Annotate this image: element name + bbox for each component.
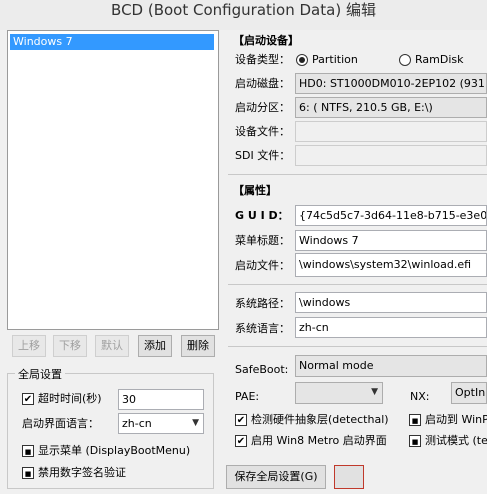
disable-signature-label: 禁用数字签名验证 xyxy=(38,466,126,479)
boot-entry-list[interactable]: Windows 7 xyxy=(7,30,219,330)
system-language-label: 系统语言： xyxy=(235,322,290,335)
show-menu-label: 显示菜单 (DisplayBootMenu) xyxy=(38,444,191,457)
timeout-checkbox[interactable]: ✔ xyxy=(22,393,34,405)
guid-label: G U I D： xyxy=(235,209,289,222)
boot-ui-language-label: 启动界面语言： xyxy=(22,417,99,430)
divider xyxy=(228,346,487,347)
metro-checkbox[interactable]: ✔ xyxy=(235,435,247,447)
checked-square-icon: ■ xyxy=(24,470,32,478)
safeboot-select[interactable]: Normal mode xyxy=(295,355,487,377)
device-file-input[interactable] xyxy=(295,121,487,142)
move-up-button[interactable]: 上移 xyxy=(12,335,46,357)
device-file-label: 设备文件： xyxy=(235,125,290,138)
ramdisk-radio[interactable] xyxy=(399,54,411,66)
save-global-settings-button[interactable]: 保存全局设置(G) xyxy=(226,465,326,489)
guid-input[interactable]: {74c5d5c7-3d64-11e8-b715-e3e020110 xyxy=(295,205,487,226)
menu-title-label: 菜单标题： xyxy=(235,234,290,247)
set-default-button[interactable]: 默认 xyxy=(95,335,129,357)
detecthal-checkbox[interactable]: ✔ xyxy=(235,414,247,426)
pae-select[interactable]: ▼ xyxy=(295,382,383,404)
checked-square-icon: ■ xyxy=(411,417,419,425)
window-title: BCD (Boot Configuration Data) 编辑 xyxy=(111,1,376,19)
winpe-label: 启动到 WinPE xyxy=(425,413,487,426)
boot-file-label: 启动文件： xyxy=(235,259,290,272)
global-settings-title: 全局设置 xyxy=(15,366,65,382)
device-type-label: 设备类型： xyxy=(235,53,290,66)
sdi-file-label: SDI 文件： xyxy=(235,149,291,162)
nx-label: NX: xyxy=(410,390,430,403)
boot-partition-label: 启动分区： xyxy=(235,101,290,114)
delete-button[interactable]: 删除 xyxy=(181,335,215,357)
test-mode-checkbox[interactable]: ■ xyxy=(409,435,421,447)
save-current-button[interactable] xyxy=(334,465,364,489)
timeout-label: 超时时间(秒) xyxy=(38,392,102,405)
system-path-input[interactable]: \windows xyxy=(295,292,487,313)
winpe-checkbox[interactable]: ■ xyxy=(409,414,421,426)
radio-selected-dot xyxy=(299,57,305,63)
checked-square-icon: ■ xyxy=(411,438,419,446)
partition-radio[interactable] xyxy=(296,54,308,66)
properties-section-title: 【属性】 xyxy=(233,184,277,197)
ramdisk-label: RamDisk xyxy=(415,53,464,66)
pae-label: PAE: xyxy=(235,390,260,403)
sdi-file-input[interactable] xyxy=(295,145,487,166)
system-language-input[interactable]: zh-cn xyxy=(295,317,487,338)
partition-label: Partition xyxy=(312,53,358,66)
nx-select[interactable]: OptIn xyxy=(451,382,487,404)
safeboot-label: SafeBoot: xyxy=(235,363,289,376)
test-mode-label: 测试模式 (te xyxy=(425,434,487,447)
divider xyxy=(228,284,487,285)
checkmark-icon: ✔ xyxy=(236,415,246,426)
timeout-input[interactable]: 30 xyxy=(118,389,204,410)
chevron-down-icon: ▼ xyxy=(371,387,378,397)
checked-square-icon: ■ xyxy=(24,448,32,456)
system-path-label: 系统路径： xyxy=(235,297,290,310)
show-menu-checkbox[interactable]: ■ xyxy=(22,445,34,457)
boot-file-input[interactable]: \windows\system32\winload.efi xyxy=(295,253,487,277)
detecthal-label: 检测硬件抽象层(detecthal) xyxy=(251,413,389,426)
metro-label: 启用 Win8 Metro 启动界面 xyxy=(251,434,387,447)
boot-device-section-title: 【启动设备】 xyxy=(233,34,299,47)
list-item[interactable]: Windows 7 xyxy=(10,34,214,50)
boot-ui-language-value: zh-cn xyxy=(122,417,152,430)
chevron-down-icon: ▼ xyxy=(192,418,199,428)
checkmark-icon: ✔ xyxy=(236,436,246,447)
boot-ui-language-select[interactable]: zh-cn ▼ xyxy=(118,413,204,434)
move-down-button[interactable]: 下移 xyxy=(53,335,87,357)
disable-signature-checkbox[interactable]: ■ xyxy=(22,467,34,479)
add-button[interactable]: 添加 xyxy=(138,335,172,357)
boot-disk-label: 启动磁盘： xyxy=(235,77,290,90)
boot-disk-select[interactable]: HD0: ST1000DM010-2EP102 (931.5 GB xyxy=(295,73,487,94)
boot-partition-select[interactable]: 6: ( NTFS, 210.5 GB, E:\) xyxy=(295,97,487,118)
menu-title-input[interactable]: Windows 7 xyxy=(295,230,487,251)
divider xyxy=(228,174,487,175)
checkmark-icon: ✔ xyxy=(23,394,33,405)
